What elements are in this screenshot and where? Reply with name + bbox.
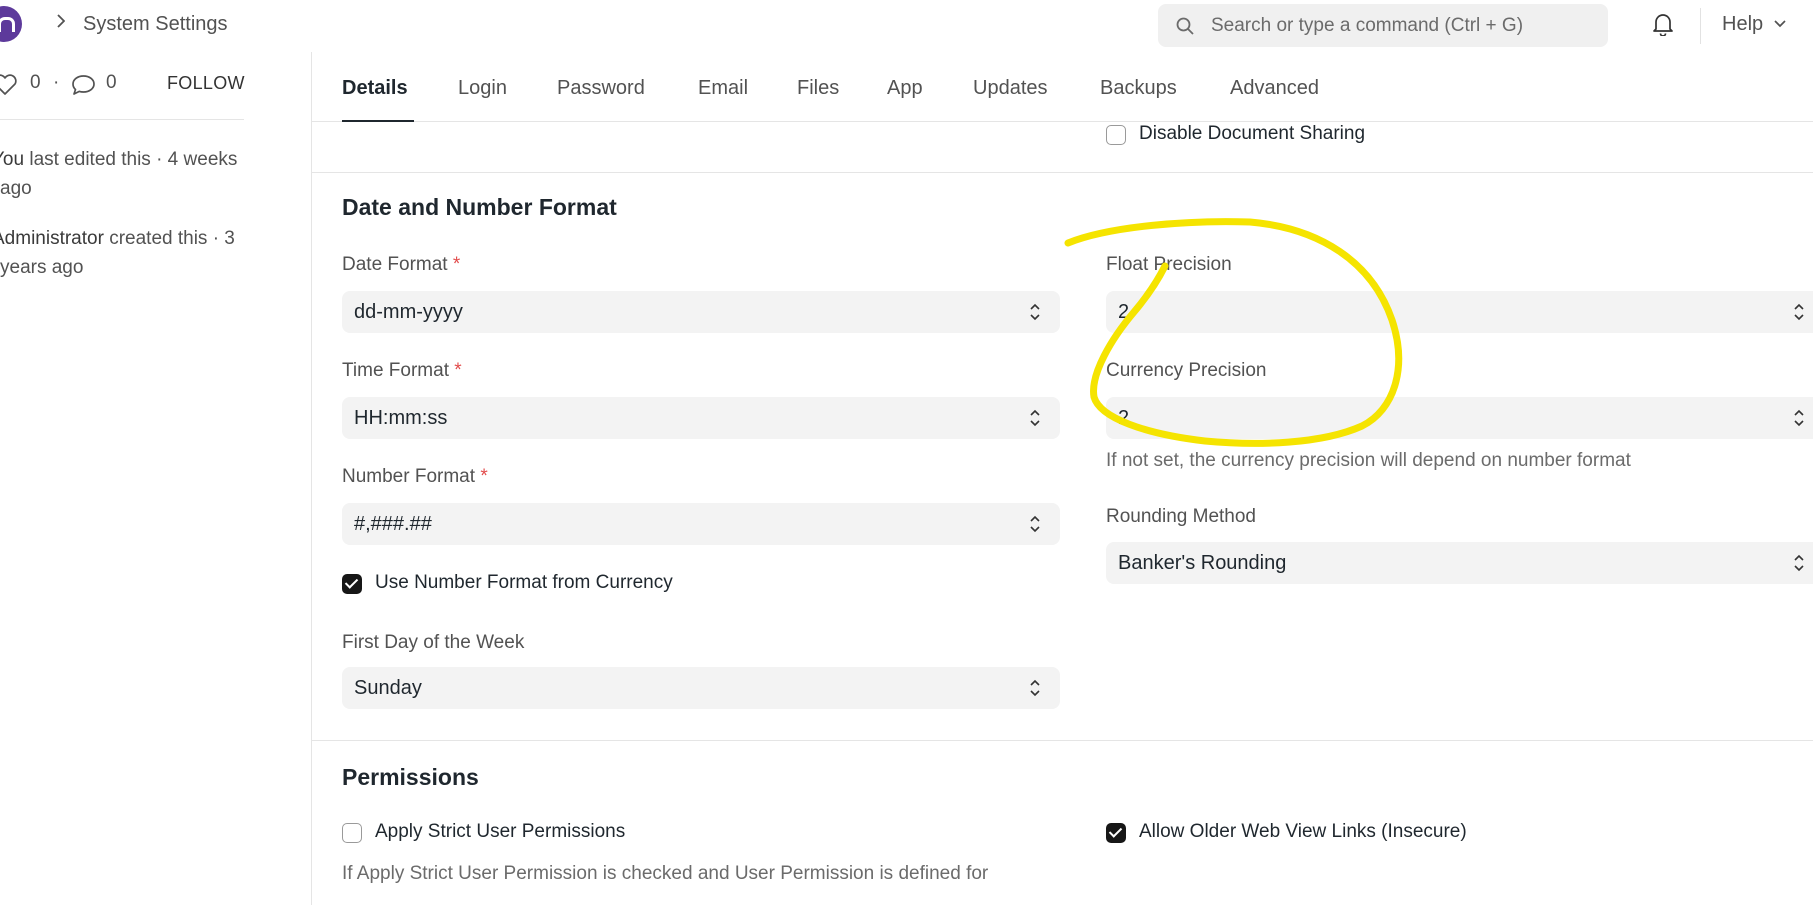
breadcrumb-chevron-icon bbox=[57, 14, 65, 28]
currency-precision-select[interactable]: 2 bbox=[1106, 397, 1813, 439]
tab-details[interactable]: Details bbox=[342, 77, 408, 100]
help-menu[interactable]: Help bbox=[1722, 13, 1763, 36]
activity-last-edited: You last edited this · 4 weeks ago bbox=[0, 149, 238, 199]
tab-email[interactable]: Email bbox=[698, 77, 748, 100]
strict-user-permissions-checkbox[interactable] bbox=[342, 823, 362, 843]
tab-login[interactable]: Login bbox=[458, 77, 507, 100]
select-arrows-icon bbox=[1030, 303, 1040, 321]
select-arrows-icon bbox=[1030, 515, 1040, 533]
tab-advanced[interactable]: Advanced bbox=[1230, 77, 1319, 100]
float-precision-value: 2 bbox=[1118, 301, 1130, 323]
search-icon bbox=[1176, 17, 1194, 35]
tab-app[interactable]: App bbox=[887, 77, 923, 100]
use-number-format-label: Use Number Format from Currency bbox=[375, 572, 673, 593]
main-panel: Details Login Password Email Files App U… bbox=[311, 52, 1813, 905]
strict-user-permissions-label: Apply Strict User Permissions bbox=[375, 821, 626, 842]
heart-icon[interactable] bbox=[0, 74, 18, 96]
chevron-down-icon[interactable] bbox=[1774, 20, 1786, 28]
float-precision-select[interactable]: 2 bbox=[1106, 291, 1813, 333]
time-format-value: HH:mm:ss bbox=[354, 407, 448, 429]
first-day-value: Sunday bbox=[354, 677, 422, 699]
number-format-value: #,###.## bbox=[354, 513, 432, 535]
sidebar-stats: 0 · 0 FOLLOW bbox=[0, 72, 245, 120]
use-number-format-checkbox[interactable] bbox=[342, 574, 362, 594]
date-format-label: Date Format * bbox=[342, 254, 461, 275]
number-format-label: Number Format * bbox=[342, 466, 488, 487]
select-arrows-icon bbox=[1030, 409, 1040, 427]
first-day-label: First Day of the Week bbox=[342, 632, 525, 653]
sidebar: 0 · 0 FOLLOW You last edited this · 4 we… bbox=[0, 52, 311, 905]
comment-icon[interactable] bbox=[71, 74, 96, 96]
comment-count: 0 bbox=[106, 72, 117, 93]
activity-actor-link[interactable]: Administrator bbox=[0, 228, 104, 249]
activity-created: Administrator created this · 3 years ago bbox=[0, 224, 250, 282]
time-format-label: Time Format * bbox=[342, 360, 462, 381]
float-precision-label: Float Precision bbox=[1106, 254, 1232, 275]
notification-bell-icon[interactable] bbox=[1652, 12, 1674, 36]
select-arrows-icon bbox=[1794, 409, 1804, 427]
section-divider bbox=[312, 172, 1813, 173]
form-tabs: Details Login Password Email Files App U… bbox=[312, 52, 1813, 122]
navbar-divider bbox=[1700, 8, 1701, 44]
tab-files[interactable]: Files bbox=[797, 77, 839, 100]
app-logo[interactable] bbox=[0, 6, 22, 42]
disable-document-sharing-checkbox[interactable] bbox=[1106, 125, 1126, 145]
breadcrumb-system-settings[interactable]: System Settings bbox=[83, 13, 228, 36]
select-arrows-icon bbox=[1794, 303, 1804, 321]
navbar: System Settings Help bbox=[0, 0, 1813, 52]
tab-backups[interactable]: Backups bbox=[1100, 77, 1177, 100]
first-day-select[interactable]: Sunday bbox=[342, 667, 1060, 709]
like-count: 0 bbox=[30, 72, 41, 93]
currency-precision-description: If not set, the currency precision will … bbox=[1106, 450, 1631, 471]
section-title-date-number: Date and Number Format bbox=[342, 194, 617, 220]
tab-password[interactable]: Password bbox=[557, 77, 645, 100]
active-tab-indicator bbox=[342, 120, 414, 122]
rounding-method-label: Rounding Method bbox=[1106, 506, 1256, 527]
currency-precision-value: 2 bbox=[1118, 407, 1130, 429]
date-format-value: dd-mm-yyyy bbox=[354, 301, 463, 323]
disable-document-sharing-label: Disable Document Sharing bbox=[1139, 123, 1366, 144]
rounding-method-value: Banker's Rounding bbox=[1118, 552, 1287, 574]
date-format-select[interactable]: dd-mm-yyyy bbox=[342, 291, 1060, 333]
follow-button[interactable]: FOLLOW bbox=[167, 73, 245, 94]
allow-older-links-checkbox[interactable] bbox=[1106, 823, 1126, 843]
tab-updates[interactable]: Updates bbox=[973, 77, 1048, 100]
select-arrows-icon bbox=[1030, 679, 1040, 697]
section-title-permissions: Permissions bbox=[342, 764, 479, 790]
stats-separator: · bbox=[53, 72, 60, 93]
currency-precision-label: Currency Precision bbox=[1106, 360, 1267, 381]
section-divider bbox=[312, 740, 1813, 741]
strict-permissions-description: If Apply Strict User Permission is check… bbox=[342, 863, 989, 884]
time-format-select[interactable]: HH:mm:ss bbox=[342, 397, 1060, 439]
rounding-method-select[interactable]: Banker's Rounding bbox=[1106, 542, 1813, 584]
search-input[interactable] bbox=[1211, 4, 1591, 47]
search-bar[interactable] bbox=[1158, 4, 1608, 47]
allow-older-links-label: Allow Older Web View Links (Insecure) bbox=[1139, 821, 1467, 842]
number-format-select[interactable]: #,###.## bbox=[342, 503, 1060, 545]
select-arrows-icon bbox=[1794, 554, 1804, 572]
